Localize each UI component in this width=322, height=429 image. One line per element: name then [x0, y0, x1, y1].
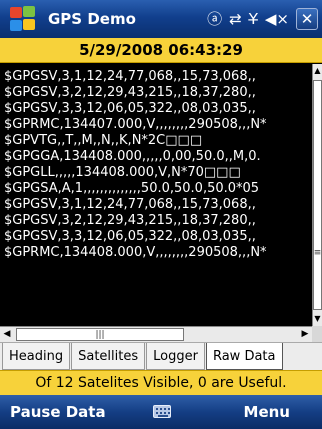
vertical-scroll-thumb[interactable] [313, 80, 322, 310]
signal-icon[interactable]: Y̶ [249, 11, 258, 27]
scrollbar-corner [312, 326, 322, 342]
nmea-line: $GPGSV,3,2,12,29,43,215,,18,37,280,, [4, 213, 256, 228]
tab-heading[interactable]: Heading [2, 343, 71, 370]
scroll-left-icon[interactable]: ◀ [0, 327, 14, 342]
windows-start-icon[interactable] [8, 4, 38, 34]
nmea-line: $GPGGA,134408.000,,,,,0,00,50.0,,M,0. [4, 149, 261, 164]
close-icon: ✕ [300, 9, 314, 28]
vertical-scrollbar[interactable]: ▲ ≡ ▼ [312, 64, 322, 326]
tab-logger[interactable]: Logger [146, 343, 205, 370]
scroll-grip-icon: ≡ [313, 248, 322, 258]
satellite-status: Of 12 Satelites Visible, 0 are Useful. [0, 370, 322, 395]
nmea-line: $GPGSV,3,3,12,06,05,322,,08,03,035,, [4, 101, 256, 116]
title-bar: GPS Demo ⓐ ⇄ Y̶ ◀× ✕ [0, 0, 322, 38]
softkey-bar: Pause Data Menu [0, 395, 322, 429]
nmea-line: $GPGSV,3,2,12,29,43,215,,18,37,280,, [4, 85, 256, 100]
datetime-bar: 5/29/2008 06:43:29 [0, 38, 322, 63]
nmea-line: $GPGSV,3,1,12,24,77,068,,15,73,068,, [4, 69, 256, 84]
horizontal-scroll-thumb[interactable]: ||| [16, 328, 184, 341]
app-title: GPS Demo [48, 10, 136, 28]
tab-strip: Heading Satellites Logger Raw Data [0, 342, 322, 370]
system-tray: ⓐ ⇄ Y̶ ◀× ✕ [207, 8, 318, 30]
scroll-grip-icon: ||| [95, 330, 105, 340]
connectivity-icon[interactable]: ⇄ [229, 11, 242, 27]
close-button[interactable]: ✕ [296, 8, 318, 30]
nmea-line: $GPGLL,,,,,134408.000,V,N*70□□□ [4, 165, 241, 180]
input-method-icon[interactable]: ⓐ [207, 11, 222, 27]
scroll-up-icon[interactable]: ▲ [313, 64, 322, 78]
volume-icon[interactable]: ◀× [265, 11, 289, 27]
nmea-line: $GPGSA,A,1,,,,,,,,,,,,,,50.0,50.0,50.0*0… [4, 181, 260, 196]
nmea-line: $GPGSV,3,3,12,06,05,322,,08,03,035,, [4, 229, 256, 244]
tab-satellites[interactable]: Satellites [71, 343, 146, 370]
nmea-line: $GPRMC,134407.000,V,,,,,,,,290508,,,N* [4, 117, 267, 132]
horizontal-scrollbar[interactable]: ◀ ||| ▶ [0, 326, 312, 342]
nmea-line: $GPGSV,3,1,12,24,77,068,,15,73,068,, [4, 197, 256, 212]
menu-button[interactable]: Menu [244, 403, 290, 421]
pause-data-button[interactable]: Pause Data [10, 403, 106, 421]
keyboard-icon[interactable] [153, 405, 171, 418]
nmea-line: $GPVTG,,T,,M,,N,,K,N*2C□□□ [4, 133, 203, 148]
raw-data-list[interactable]: $GPGSV,3,1,12,24,77,068,,15,73,068,, $GP… [0, 64, 312, 326]
scroll-down-icon[interactable]: ▼ [313, 312, 322, 326]
tab-raw-data[interactable]: Raw Data [205, 343, 283, 370]
nmea-line: $GPRMC,134408.000,V,,,,,,,,290508,,,N* [4, 245, 267, 260]
scroll-right-icon[interactable]: ▶ [298, 327, 312, 342]
